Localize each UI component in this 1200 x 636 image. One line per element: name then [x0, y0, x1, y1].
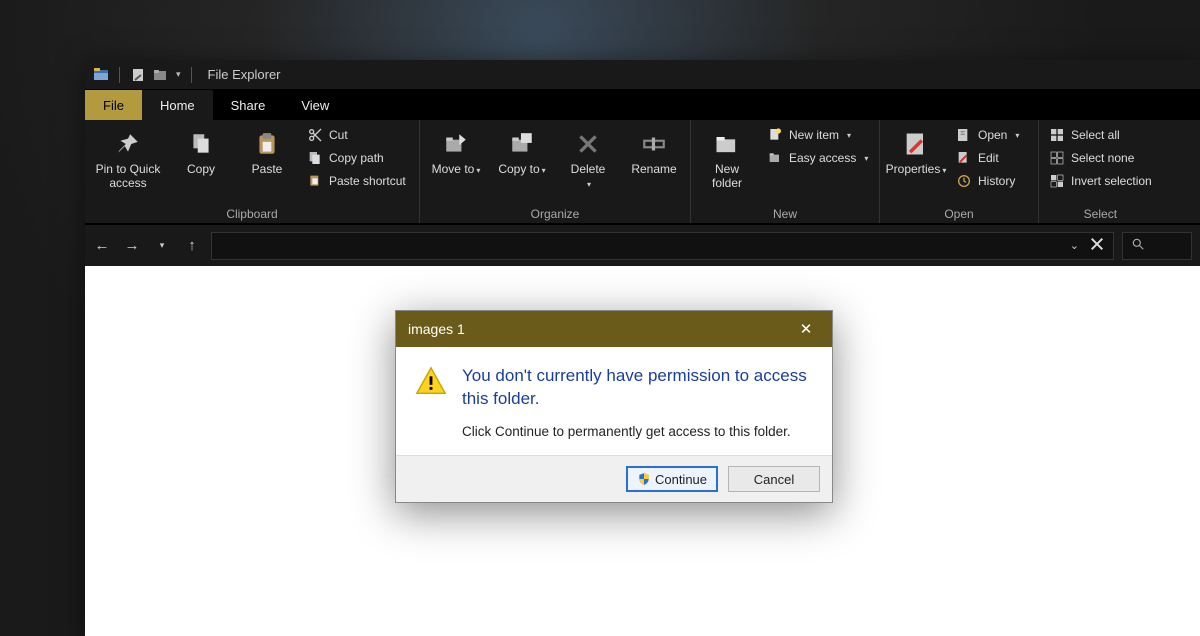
- ribbon: Pin to Quick access Copy Paste: [85, 120, 1200, 224]
- search-icon: [1131, 237, 1145, 254]
- warning-icon: [414, 365, 448, 441]
- chevron-down-icon: ▾: [1015, 131, 1019, 140]
- search-input[interactable]: [1122, 232, 1192, 260]
- properties-icon: [902, 127, 930, 161]
- select-none-button[interactable]: Select none: [1045, 148, 1156, 168]
- menu-file[interactable]: File: [85, 90, 142, 120]
- delete-icon: [575, 127, 601, 161]
- ribbon-group-new: New folder New item▾ Easy access▾: [691, 120, 880, 223]
- edit-icon: [956, 150, 972, 166]
- scissors-icon: [307, 127, 323, 143]
- new-item-button[interactable]: New item▾: [763, 125, 873, 145]
- qat-newfolder-icon[interactable]: [152, 67, 168, 83]
- group-label-new: New: [697, 207, 873, 221]
- nav-back-button[interactable]: ←: [91, 237, 113, 254]
- dialog-subtext: Click Continue to permanently get access…: [462, 423, 814, 441]
- cancel-button[interactable]: Cancel: [728, 466, 820, 492]
- cut-button[interactable]: Cut: [303, 125, 413, 145]
- rename-icon: [641, 127, 667, 161]
- address-bar[interactable]: ⌄: [211, 232, 1114, 260]
- ribbon-group-organize: Move to▾ Copy to▾ Delete▾: [420, 120, 691, 223]
- pin-icon: [115, 127, 141, 161]
- continue-button[interactable]: Continue: [626, 466, 718, 492]
- move-to-button[interactable]: Move to▾: [426, 125, 486, 179]
- nav-recent-button[interactable]: ▾: [151, 240, 173, 251]
- paste-button[interactable]: Paste: [237, 125, 297, 179]
- ribbon-group-clipboard: Pin to Quick access Copy Paste: [85, 120, 420, 223]
- dialog-close-button[interactable]: ✕: [788, 320, 824, 338]
- select-all-icon: [1049, 127, 1065, 143]
- nav-up-button[interactable]: ↑: [181, 237, 203, 254]
- dialog-headline: You don't currently have permission to a…: [462, 365, 814, 411]
- uac-shield-icon: [637, 472, 651, 486]
- qat-more-icon[interactable]: ▾: [176, 69, 181, 80]
- new-folder-button[interactable]: New folder: [697, 125, 757, 193]
- group-label-open: Open: [886, 207, 1032, 221]
- menu-share[interactable]: Share: [213, 90, 284, 120]
- easy-access-icon: [767, 150, 783, 166]
- paste-shortcut-button[interactable]: Paste shortcut: [303, 171, 413, 191]
- chevron-down-icon[interactable]: ⌄: [1070, 239, 1079, 252]
- qat-properties-icon[interactable]: [130, 67, 146, 83]
- ribbon-group-select: Select all Select none Invert selection: [1039, 120, 1162, 223]
- chevron-down-icon: ▾: [864, 154, 868, 163]
- dialog-titlebar: images 1 ✕: [396, 311, 832, 347]
- select-all-button[interactable]: Select all: [1045, 125, 1156, 145]
- copy-to-icon: [509, 127, 535, 161]
- select-none-icon: [1049, 150, 1065, 166]
- move-to-icon: [443, 127, 469, 161]
- paste-shortcut-icon: [307, 173, 323, 189]
- rename-button[interactable]: Rename: [624, 125, 684, 179]
- app-icon: [93, 67, 109, 83]
- nav-forward-button[interactable]: →: [121, 237, 143, 254]
- open-icon: [956, 127, 972, 143]
- dialog-footer: Continue Cancel: [396, 455, 832, 502]
- open-button[interactable]: Open▾: [952, 125, 1032, 145]
- group-label-clipboard: Clipboard: [91, 207, 413, 221]
- titlebar: ▾ File Explorer: [85, 60, 1200, 90]
- copy-path-button[interactable]: Copy path: [303, 148, 413, 168]
- chevron-down-icon: ▾: [847, 131, 851, 140]
- chevron-down-icon: ▾: [476, 166, 480, 175]
- window-title: File Explorer: [208, 67, 281, 82]
- copy-icon: [188, 127, 214, 161]
- chevron-down-icon: ▾: [942, 166, 946, 175]
- permission-dialog: images 1 ✕ You don't currently have perm…: [395, 310, 833, 503]
- new-folder-icon: [713, 127, 741, 161]
- delete-button[interactable]: Delete▾: [558, 125, 618, 193]
- group-label-organize: Organize: [426, 207, 684, 221]
- history-button[interactable]: History: [952, 171, 1032, 191]
- pin-to-quick-access-button[interactable]: Pin to Quick access: [91, 125, 165, 193]
- menu-view[interactable]: View: [283, 90, 347, 120]
- easy-access-button[interactable]: Easy access▾: [763, 148, 873, 168]
- chevron-down-icon: ▾: [587, 180, 591, 189]
- history-icon: [956, 173, 972, 189]
- new-item-icon: [767, 127, 783, 143]
- paste-icon: [254, 127, 280, 161]
- chevron-down-icon: ▾: [542, 166, 546, 175]
- invert-selection-button[interactable]: Invert selection: [1045, 171, 1156, 191]
- menubar: File Home Share View: [85, 90, 1200, 120]
- ribbon-group-open: Properties▾ Open▾ Edit: [880, 120, 1039, 223]
- refresh-icon[interactable]: [1089, 236, 1105, 255]
- copy-to-button[interactable]: Copy to▾: [492, 125, 552, 179]
- copy-button[interactable]: Copy: [171, 125, 231, 179]
- navbar: ← → ▾ ↑ ⌄: [85, 224, 1200, 266]
- group-label-select: Select: [1045, 207, 1156, 221]
- properties-button[interactable]: Properties▾: [886, 125, 946, 179]
- dialog-title: images 1: [408, 321, 465, 337]
- invert-selection-icon: [1049, 173, 1065, 189]
- edit-button[interactable]: Edit: [952, 148, 1032, 168]
- copy-path-icon: [307, 150, 323, 166]
- menu-home[interactable]: Home: [142, 90, 213, 120]
